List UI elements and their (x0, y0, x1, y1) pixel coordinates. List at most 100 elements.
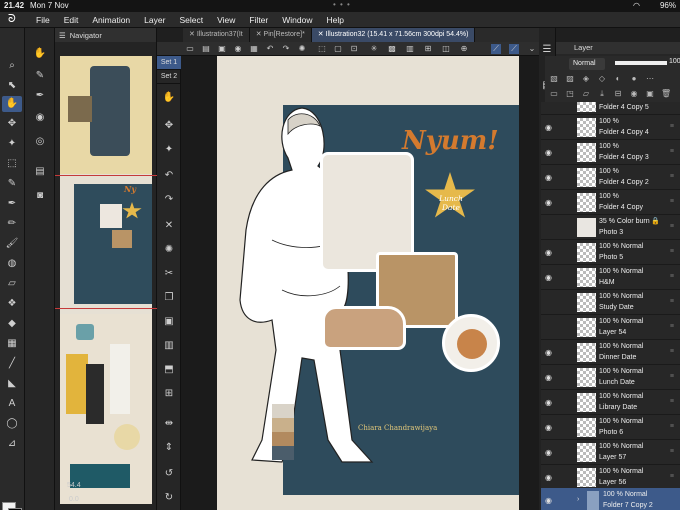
doc-tab-1[interactable]: ✕ Illustration37(It (183, 28, 250, 42)
layer-mask-icon[interactable]: ▣ (645, 89, 655, 99)
snap-icon[interactable]: ▩ (387, 44, 397, 54)
layer-row-selected[interactable]: ◉ › 100 % Normal Folder 7 Copy 2 (541, 488, 680, 510)
layer-row[interactable]: 35 % Color burn 🔒 Photo 3 ≡ (541, 215, 680, 240)
eraser-tool-icon[interactable]: ▱ (2, 276, 22, 292)
layer-row[interactable]: ◉ 100 % Normal Photo 6 ≡ (541, 415, 680, 440)
color-icon[interactable]: ● (629, 74, 639, 84)
undo-icon[interactable]: ↶ (159, 168, 179, 184)
doc-tab-2[interactable]: ✕ Pin[Restore]* (250, 28, 312, 42)
transfer-down-icon[interactable]: ⤓ (597, 89, 607, 99)
reference-icon[interactable]: ◈ (581, 74, 591, 84)
visibility-eye-icon[interactable]: ◉ (545, 473, 552, 482)
watercolor-subtool-icon[interactable]: ◉ (30, 110, 50, 126)
menu-help[interactable]: Help (326, 15, 343, 25)
hand-tool-icon[interactable]: ✋ (2, 96, 22, 112)
operation-tool-icon[interactable]: ⬉ (2, 78, 22, 94)
layer-row[interactable]: ◉ 100 % Folder 4 Copy ≡ (541, 190, 680, 215)
visibility-eye-icon[interactable]: ◉ (545, 423, 552, 432)
panel-menu-icon[interactable]: ☰ (59, 31, 66, 40)
drag-handle-icon[interactable]: ≡ (670, 398, 674, 405)
menu-select[interactable]: Select (179, 15, 203, 25)
copy-icon[interactable]: ❐ (159, 290, 179, 306)
close-icon[interactable]: ✕ (256, 31, 264, 38)
layer-row[interactable]: ◉ 100 % Folder 4 Copy 2 ≡ (541, 165, 680, 190)
deselect-icon[interactable]: ▢ (333, 44, 343, 54)
undo-cmd-icon[interactable]: ↶ (265, 44, 275, 54)
view-icon[interactable]: ◉ (233, 44, 243, 54)
new-vector-icon[interactable]: ◳ (565, 89, 575, 99)
visibility-eye-icon[interactable]: ◉ (545, 198, 552, 207)
visibility-eye-icon[interactable]: ◉ (545, 448, 552, 457)
pen-tool-icon[interactable]: ✒ (2, 196, 22, 212)
menu-file[interactable]: File (36, 15, 50, 25)
grid-icon[interactable]: ⊞ (159, 386, 179, 402)
eyedropper-tool-icon[interactable]: ✎ (2, 176, 22, 192)
layer-row[interactable]: 100 % Normal Layer 54 ≡ (541, 315, 680, 340)
visibility-eye-icon[interactable]: ◉ (545, 248, 552, 257)
menu-layer[interactable]: Layer (144, 15, 165, 25)
image-icon[interactable]: ▦ (249, 44, 259, 54)
lock-icon[interactable]: ▧ (549, 74, 559, 84)
brush-tool-icon[interactable]: 🖌 (2, 236, 22, 252)
drag-handle-icon[interactable]: ≡ (670, 448, 674, 455)
airbrush-tool-icon[interactable]: ◍ (2, 256, 22, 272)
new-layer-icon[interactable]: ▭ (549, 89, 559, 99)
refresh-icon[interactable]: ✺ (297, 44, 307, 54)
drag-handle-icon[interactable]: ≡ (670, 248, 674, 255)
crop-icon[interactable]: ⊡ (349, 44, 359, 54)
opacity-value[interactable]: 100 (669, 58, 680, 65)
figure-tool-icon[interactable]: ╱ (2, 356, 22, 372)
redo-cmd-icon[interactable]: ↷ (281, 44, 291, 54)
layer-row[interactable]: 100 % Normal Study Date ≡ (541, 290, 680, 315)
visibility-eye-icon[interactable]: ◉ (545, 496, 552, 505)
new-folder-icon[interactable]: ▱ (581, 89, 591, 99)
drag-handle-icon[interactable]: ≡ (670, 423, 674, 430)
layer-row[interactable]: ◉ 100 % Normal Lunch Date ≡ (541, 365, 680, 390)
transform-icon[interactable]: ⬒ (159, 362, 179, 378)
camera-subtool-icon[interactable]: ◙ (30, 188, 50, 204)
drag-handle-icon[interactable]: ≡ (670, 298, 674, 305)
text-tool-icon[interactable]: A (2, 396, 22, 412)
mask-add-icon[interactable]: ◉ (629, 89, 639, 99)
paste-icon[interactable]: ▣ (159, 314, 179, 330)
multitask-dots-icon[interactable]: • • • (333, 0, 351, 9)
layer-row[interactable]: Folder 4 Copy 5 ≡ (541, 102, 680, 115)
menu-window[interactable]: Window (282, 15, 312, 25)
menu-view[interactable]: View (217, 15, 235, 25)
open-file-icon[interactable]: ▤ (201, 44, 211, 54)
pencil-tool-icon[interactable]: ✏ (2, 216, 22, 232)
menu-animation[interactable]: Animation (92, 15, 130, 25)
drag-handle-icon[interactable]: ≡ (670, 473, 674, 480)
layer-row[interactable]: ◉ 100 % Normal Layer 56 ≡ (541, 465, 680, 490)
balloon-tool-icon[interactable]: ◯ (2, 416, 22, 432)
layer-menu-icon[interactable]: ⋯ (645, 74, 655, 84)
clip-icon[interactable]: ▨ (565, 74, 575, 84)
navigator-rotation-value[interactable]: 0.0 (69, 496, 79, 503)
select-all-icon[interactable]: ⬚ (317, 44, 327, 54)
mask-icon[interactable]: ◐ (613, 74, 623, 84)
drag-handle-icon[interactable]: ≡ (670, 273, 674, 280)
cut-icon[interactable]: ✂ (159, 266, 179, 282)
ruler-icon[interactable]: ▥ (405, 44, 415, 54)
layer-row[interactable]: ◉ 100 % Folder 4 Copy 3 ≡ (541, 140, 680, 165)
selection-tool-icon[interactable]: ⬚ (2, 156, 22, 172)
hand-subtool-active-icon[interactable]: ✋ (159, 90, 179, 106)
clear-icon[interactable]: ✕ (159, 218, 179, 234)
draft-icon[interactable]: ◇ (597, 74, 607, 84)
rotate-left-icon[interactable]: ↺ (159, 466, 179, 482)
flip-horizontal-icon[interactable]: ⇹ (159, 416, 179, 432)
spin-icon[interactable]: ✺ (159, 242, 179, 258)
redo-icon[interactable]: ↷ (159, 192, 179, 208)
visibility-eye-icon[interactable]: ◉ (545, 348, 552, 357)
navigator-zoom-value[interactable]: 54.4 (67, 482, 81, 489)
fill-tool-icon[interactable]: ◆ (2, 316, 22, 332)
ink-subtool-icon[interactable]: ✒ (30, 88, 50, 104)
new-file-icon[interactable]: ▭ (185, 44, 195, 54)
save-icon[interactable]: ▣ (217, 44, 227, 54)
move-subtool-icon[interactable]: ✥ (159, 118, 179, 134)
brush-subtool-icon[interactable]: ✎ (30, 68, 50, 84)
ruler-tool-icon[interactable]: ⊿ (2, 436, 22, 452)
menu-edit[interactable]: Edit (64, 15, 79, 25)
drag-handle-icon[interactable]: ≡ (670, 373, 674, 380)
drag-handle-icon[interactable]: ≡ (670, 348, 674, 355)
